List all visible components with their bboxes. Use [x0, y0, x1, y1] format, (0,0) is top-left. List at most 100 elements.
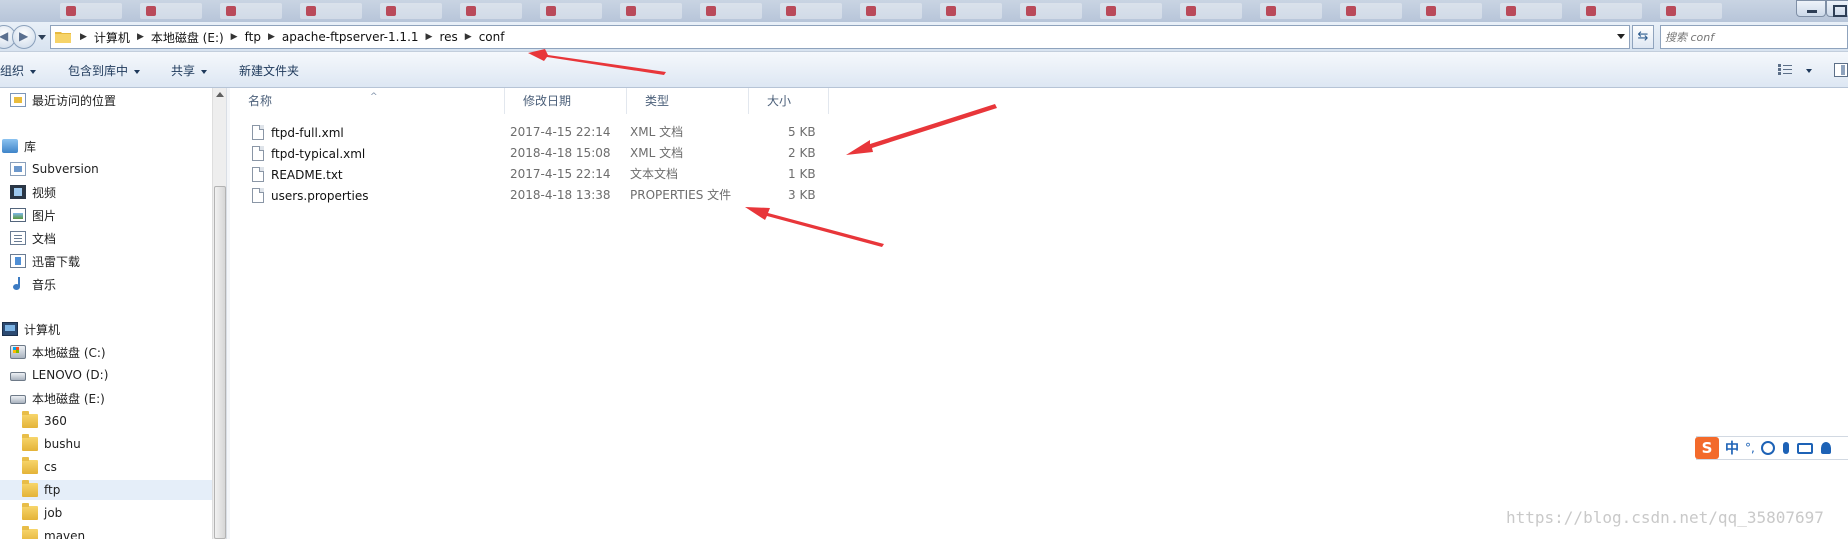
nav-item-music[interactable]: 音乐 [10, 274, 56, 294]
chevron-down-icon [30, 69, 37, 74]
nav-item-pictures[interactable]: 图片 [10, 205, 56, 225]
user-icon[interactable] [1820, 442, 1831, 454]
forward-button[interactable]: ▶ [12, 25, 36, 49]
breadcrumb-apache-ftpserver[interactable]: apache-ftpserver-1.1.1 [282, 30, 419, 44]
nav-item-label: 计算机 [24, 322, 61, 337]
breadcrumb-ftp[interactable]: ftp [245, 30, 261, 44]
breadcrumb-separator-icon[interactable]: ▶ [426, 32, 433, 42]
nav-item-label: 库 [24, 139, 37, 154]
file-name: ftpd-full.xml [271, 125, 344, 140]
nav-item-label: 360 [44, 414, 67, 428]
recent-pages-dropdown[interactable] [38, 35, 46, 40]
background-tab [860, 3, 922, 19]
breadcrumb-drive-e[interactable]: 本地磁盘 (E:) [151, 29, 224, 46]
background-tab [940, 3, 1002, 19]
emoji-icon[interactable] [1760, 441, 1775, 455]
nav-item-folder-ftp[interactable]: ftp [0, 480, 212, 500]
nav-item-recent-places[interactable]: 最近访问的位置 [10, 90, 116, 110]
column-header-modified[interactable]: 修改日期 [505, 88, 627, 114]
breadcrumb-separator-icon[interactable]: ▶ [80, 32, 87, 42]
nav-item-folder-maven[interactable]: maven [22, 526, 85, 539]
refresh-icon: ⇆ [1637, 29, 1649, 44]
ime-logo-icon[interactable]: S [1695, 437, 1719, 459]
background-tab [1580, 3, 1642, 19]
background-tab [460, 3, 522, 19]
microphone-icon[interactable] [1782, 442, 1789, 454]
column-header-label: 类型 [645, 94, 670, 108]
folder-icon [55, 32, 71, 43]
nav-item-drive-e[interactable]: 本地磁盘 (E:) [10, 388, 105, 408]
watermark: https://blog.csdn.net/qq_35807697 [1506, 508, 1824, 527]
breadcrumb-computer[interactable]: 计算机 [94, 29, 130, 46]
nav-item-folder-bushu[interactable]: bushu [22, 434, 81, 454]
nav-item-label: ftp [44, 483, 61, 497]
keyboard-icon[interactable] [1796, 442, 1813, 454]
address-history-dropdown[interactable] [1617, 34, 1625, 39]
file-size: 2 KB [788, 146, 816, 160]
background-tab [780, 3, 842, 19]
address-bar[interactable]: ▶ 计算机 ▶ 本地磁盘 (E:) ▶ ftp ▶ apache-ftpserv… [50, 25, 1630, 49]
column-header-type[interactable]: 类型 [627, 88, 749, 114]
breadcrumb-separator-icon[interactable]: ▶ [268, 32, 275, 42]
view-options-dropdown[interactable] [1806, 69, 1812, 73]
nav-item-drive-d[interactable]: LENOVO (D:) [10, 365, 108, 385]
file-row[interactable]: ftpd-full.xml 2017-4-15 22:14 XML 文档 5 K… [230, 122, 830, 143]
folder-icon [22, 480, 38, 497]
breadcrumb-separator-icon[interactable]: ▶ [137, 32, 144, 42]
refresh-button[interactable]: ⇆ [1632, 25, 1654, 49]
document-icon [10, 231, 26, 245]
breadcrumb-res[interactable]: res [439, 30, 457, 44]
file-name: ftpd-typical.xml [271, 146, 366, 161]
nav-item-label: cs [44, 460, 57, 474]
nav-item-subversion[interactable]: Subversion [10, 159, 99, 179]
breadcrumb-separator-icon[interactable]: ▶ [231, 32, 238, 42]
nav-item-label: 本地磁盘 (C:) [32, 345, 106, 360]
scrollbar-thumb[interactable] [214, 186, 226, 539]
background-tab [1500, 3, 1562, 19]
file-row[interactable]: users.properties 2018-4-18 13:38 PROPERT… [230, 185, 830, 206]
minimize-button[interactable] [1796, 0, 1826, 17]
file-name-cell: README.txt [252, 164, 343, 185]
include-in-library-menu[interactable]: 包含到库中 [68, 62, 141, 79]
ime-punctuation-toggle[interactable]: °, [1745, 441, 1755, 455]
breadcrumb-conf[interactable]: conf [479, 30, 505, 44]
background-tab [540, 3, 602, 19]
preview-pane-icon[interactable] [1834, 63, 1848, 77]
nav-item-folder-cs[interactable]: cs [22, 457, 57, 477]
background-taskbar-strip [0, 0, 1848, 22]
nav-item-thunder-downloads[interactable]: 迅雷下载 [10, 251, 80, 271]
organize-menu[interactable]: 组织 [0, 62, 37, 79]
nav-item-label: job [44, 506, 63, 520]
new-folder-button[interactable]: 新建文件夹 [239, 62, 299, 79]
nav-item-videos[interactable]: 视频 [10, 182, 56, 202]
file-name: README.txt [271, 167, 343, 182]
nav-item-documents[interactable]: 文档 [10, 228, 56, 248]
column-header-size[interactable]: 大小 [749, 88, 829, 114]
file-icon [252, 167, 264, 182]
nav-item-folder-360[interactable]: 360 [22, 411, 67, 431]
nav-item-drive-c[interactable]: 本地磁盘 (C:) [10, 342, 106, 362]
maximize-button[interactable] [1826, 0, 1848, 17]
nav-item-label: 迅雷下载 [32, 254, 81, 269]
file-type: XML 文档 [630, 146, 684, 160]
column-header-label: 名称 [248, 94, 273, 108]
include-in-library-label: 包含到库中 [68, 64, 129, 78]
view-icon[interactable] [1778, 64, 1792, 76]
navigation-scrollbar[interactable] [212, 88, 226, 539]
share-menu[interactable]: 共享 [171, 62, 208, 79]
ime-language-toggle[interactable]: 中 [1725, 438, 1739, 458]
search-input[interactable] [1665, 28, 1845, 46]
file-row[interactable]: ftpd-typical.xml 2018-4-18 15:08 XML 文档 … [230, 143, 830, 164]
nav-item-libraries[interactable]: 库 [2, 136, 36, 156]
column-header-name[interactable]: ^ 名称 [230, 88, 505, 114]
system-drive-icon [10, 345, 26, 359]
scroll-up-icon[interactable] [216, 92, 224, 97]
drive-icon [10, 395, 26, 404]
nav-item-folder-job[interactable]: job [22, 503, 62, 523]
breadcrumb-separator-icon[interactable]: ▶ [465, 32, 472, 42]
nav-item-computer[interactable]: 计算机 [2, 319, 60, 339]
ime-toolbar: S 中 °, [1695, 436, 1848, 460]
address-row: ◀ ▶ ▶ 计算机 ▶ 本地磁盘 (E:) ▶ ftp ▶ apache-ftp… [0, 22, 1848, 52]
search-box[interactable] [1660, 25, 1848, 49]
file-row[interactable]: README.txt 2017-4-15 22:14 文本文档 1 KB [230, 164, 830, 185]
